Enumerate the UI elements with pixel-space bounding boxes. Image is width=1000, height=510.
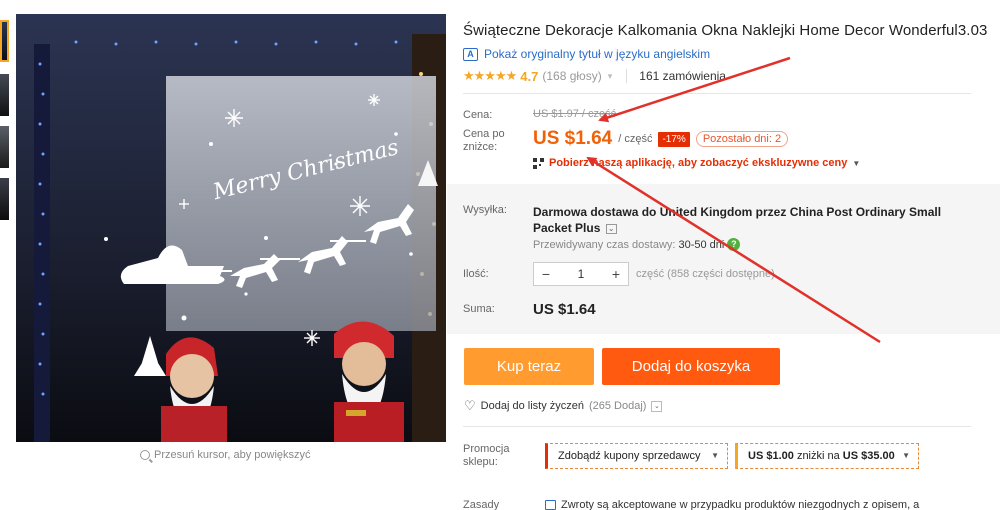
original-title-text[interactable]: Pokaż oryginalny tytuł w języku angielsk… xyxy=(484,47,710,61)
discount-badge: -17% xyxy=(658,131,690,147)
thumbnail-2[interactable] xyxy=(0,74,9,116)
main-product-image[interactable]: Merry Christmas xyxy=(16,14,446,442)
wishlist-count: (265 Dodaj) xyxy=(588,400,647,412)
buy-now-button[interactable]: Kup teraz xyxy=(464,348,594,385)
zoom-hint: Przesuń kursor, aby powiększyć xyxy=(140,449,311,461)
price-label: Cena: xyxy=(463,109,493,121)
thumbnail-3[interactable] xyxy=(0,126,9,168)
per-piece-label: / część xyxy=(618,133,653,145)
magnifier-icon xyxy=(140,450,150,460)
qr-code-icon xyxy=(533,157,544,169)
app-promo-text[interactable]: Pobierz naszą aplikację, aby zobaczyć ek… xyxy=(549,157,847,169)
quantity-decrease-button[interactable]: − xyxy=(534,263,558,285)
quantity-label: Ilość: xyxy=(463,268,489,280)
shipping-method-text[interactable]: Darmowa dostawa do United Kingdom przez … xyxy=(533,205,941,235)
product-title: Świąteczne Dekoracje Kalkomania Okna Nak… xyxy=(463,22,988,39)
app-promo[interactable]: Pobierz naszą aplikację, aby zobaczyć ek… xyxy=(533,157,860,169)
old-price: US $1.97 / część xyxy=(533,108,617,120)
wishlist-dropdown-icon[interactable]: ⌄ xyxy=(651,400,663,412)
stock-available: część (858 części dostępne) xyxy=(636,268,775,280)
time-left-badge: Pozostało dni: 2 xyxy=(695,131,789,147)
product-page: Merry Christmas Przesuń kursor, aby powi… xyxy=(0,0,1000,510)
add-to-cart-button[interactable]: Dodaj do koszyka xyxy=(602,348,780,385)
shipping-dropdown-icon[interactable]: ⌄ xyxy=(605,223,617,234)
current-price: US $1.64 xyxy=(533,128,613,149)
quantity-input[interactable]: 1 xyxy=(558,267,604,281)
caret-down-icon[interactable]: ▼ xyxy=(711,444,719,468)
translate-icon: A xyxy=(463,47,478,61)
rating-count[interactable]: (168 głosy) xyxy=(542,69,601,83)
price-row: US $1.64 / część -17% Pozostało dni: 2 xyxy=(533,128,789,150)
seller-coupon-text[interactable]: Zdobądź kupony sprzedawcy xyxy=(558,450,700,462)
eta-value: 30-50 dni xyxy=(678,238,725,251)
thumbnail-1[interactable] xyxy=(0,20,9,62)
return-policy-text: Zwroty są akceptowane w przypadku produk… xyxy=(561,499,920,510)
chevron-down-icon[interactable]: ▾ xyxy=(608,71,613,82)
return-policy-icon xyxy=(545,500,556,510)
heart-icon[interactable]: ♡ xyxy=(464,398,476,414)
wishlist-label[interactable]: Dodaj do listy życzeń xyxy=(481,400,584,412)
delivery-estimate: Przewidywany czas dostawy: 30-50 dni ? xyxy=(533,238,741,251)
original-title-link[interactable]: A Pokaż oryginalny tytuł w języku angiel… xyxy=(463,47,710,61)
policy-label: Zasady xyxy=(463,499,500,510)
return-policy: Zwroty są akceptowane w przypadku produk… xyxy=(545,499,919,510)
divider xyxy=(463,93,971,94)
shipping-method[interactable]: Darmowa dostawa do United Kingdom przez … xyxy=(533,204,963,236)
coupon-offer-dropdown[interactable]: US $1.00 zniżki na US $35.00 ▼ xyxy=(735,443,919,469)
rating-stars-icon: ★★★★★ xyxy=(463,68,517,83)
coupon-amount: US $1.00 xyxy=(748,450,794,462)
thumbnail-4[interactable] xyxy=(0,178,9,220)
total-label: Suma: xyxy=(463,303,495,315)
orders-count: 161 zamówienia xyxy=(626,69,726,83)
quantity-increase-button[interactable]: + xyxy=(604,263,628,285)
rating-value: 4.7 xyxy=(520,68,539,84)
seller-coupon-dropdown[interactable]: Zdobądź kupony sprzedawcy ▼ xyxy=(545,443,728,469)
wishlist-row[interactable]: ♡ Dodaj do listy życzeń (265 Dodaj) ⌄ xyxy=(464,398,663,414)
coupon-threshold: US $35.00 xyxy=(842,450,895,462)
rating-row: ★★★★★ 4.7 (168 głosy) ▾ 161 zamówienia xyxy=(463,68,726,84)
eta-label: Przewidywany czas dostawy: xyxy=(533,238,676,251)
zoom-hint-text: Przesuń kursor, aby powiększyć xyxy=(154,449,311,461)
divider xyxy=(463,426,971,427)
caret-down-icon[interactable]: ▼ xyxy=(852,159,860,168)
total-price: US $1.64 xyxy=(533,301,596,318)
help-icon[interactable]: ? xyxy=(727,238,741,251)
coupon-mid-text: zniżki na xyxy=(796,450,840,462)
caret-down-icon[interactable]: ▼ xyxy=(902,444,910,468)
shipping-label: Wysyłka: xyxy=(463,204,507,216)
promotion-label: Promocja sklepu: xyxy=(463,443,510,468)
quantity-stepper: − 1 + xyxy=(533,262,629,286)
discount-price-label: Cena po zniżce: xyxy=(463,128,505,153)
